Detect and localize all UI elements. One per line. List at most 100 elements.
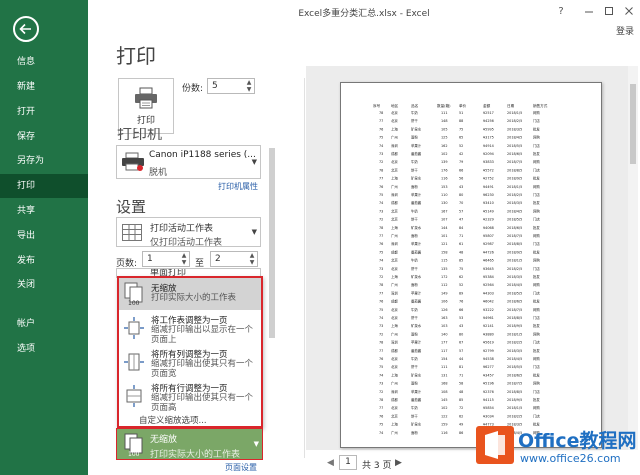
preview-cell: 74 (379, 373, 383, 377)
page-from-value: 1 (147, 254, 153, 264)
preview-cell: 批发 (533, 348, 540, 353)
preview-cell: 饼干 (411, 413, 418, 418)
spin-down-icon[interactable]: ▼ (180, 260, 188, 266)
scrollbar-thumb[interactable] (269, 148, 275, 338)
print-button[interactable]: 打印 (118, 78, 174, 134)
preview-cell: 85 (459, 398, 463, 402)
preview-cell: ¥4256 (483, 119, 494, 123)
preview-cell: 网购 (533, 110, 540, 115)
spin-down-icon[interactable]: ▼ (248, 260, 256, 266)
next-page-icon[interactable]: ▶ (395, 458, 402, 468)
preview-cell: 番茄酱 (411, 151, 422, 156)
help-icon[interactable]: ? (554, 4, 568, 18)
scaling-option-no-scaling[interactable]: 100 无缩放 打印实际大小的工作表 (119, 278, 261, 310)
preview-cell: 2018/6/5 (507, 226, 522, 230)
preview-cell: 176 (441, 168, 447, 172)
nav-item-options[interactable]: 选项 (0, 337, 88, 361)
settings-scrollbar[interactable] (268, 140, 276, 465)
preview-cell: 深圳 (391, 192, 398, 197)
preview-cell: 广州 (391, 282, 398, 287)
current-page-input[interactable]: 1 (339, 455, 357, 470)
watermark-name: Office教程网 (518, 430, 637, 452)
close-icon[interactable] (622, 4, 636, 18)
page-to-input[interactable]: 2 ▲ ▼ (210, 251, 258, 267)
preview-cell: 面粉 (411, 233, 418, 238)
preview-cell: 2018/4/5 (507, 283, 522, 287)
preview-cell: 批发 (533, 249, 540, 254)
preview-cell: ¥4303 (483, 291, 494, 295)
login-link[interactable]: 登录 (616, 24, 634, 37)
maximize-icon[interactable] (602, 4, 616, 18)
preview-cell: 饼干 (411, 266, 418, 271)
nav-item-info[interactable]: 信息 (0, 50, 88, 74)
office-logo-icon (476, 426, 514, 464)
spin-down-icon[interactable]: ▼ (245, 87, 253, 93)
nav-item-publish[interactable]: 发布 (0, 249, 88, 273)
printer-properties-link[interactable]: 打印机属性 (218, 181, 258, 192)
scaling-option-desc: 缩减打印输出以显示在一个页面上 (151, 325, 254, 345)
preview-cell: 79 (459, 160, 463, 164)
preview-cell: 矿泉水 (411, 126, 422, 131)
preview-cell: 74 (379, 201, 383, 205)
preview-cell: 154 (441, 357, 447, 361)
nav-item-export[interactable]: 导出 (0, 224, 88, 248)
preview-cell: ¥3457 (483, 373, 494, 377)
nav-item-save[interactable]: 保存 (0, 125, 88, 149)
printer-dropdown[interactable]: Canon iP1188 series (... 脱机 ▼ (116, 145, 261, 179)
preview-cell: 75 (379, 250, 383, 254)
nav-item-save-as[interactable]: 另存为 (0, 149, 88, 173)
previous-page-icon[interactable]: ◀ (327, 458, 334, 468)
nav-item-print[interactable]: 打印 (0, 174, 88, 198)
nav-item-open[interactable]: 打开 (0, 100, 88, 124)
scaling-option-fit-sheet[interactable]: 将工作表调整为一页 缩减打印输出以显示在一个页面上 (119, 312, 261, 346)
preview-cell: 107 (441, 218, 447, 222)
nav-item-account[interactable]: 帐户 (0, 312, 88, 336)
preview-cell: 深圳 (391, 340, 398, 345)
preview-cell: 72 (379, 218, 383, 222)
preview-cell: 面粉 (411, 135, 418, 140)
page-from-input[interactable]: 1 ▲ ▼ (142, 251, 190, 267)
copies-input[interactable]: 5 ▲ ▼ (207, 78, 255, 94)
preview-cell: 80 (459, 332, 463, 336)
preview-cell: 上海 (391, 323, 398, 328)
settings-heading: 设置 (116, 198, 147, 216)
preview-scrollbar[interactable] (628, 66, 638, 450)
custom-scaling-link[interactable]: 自定义缩放选项... (139, 414, 207, 426)
preview-cell: 71 (459, 234, 463, 238)
preview-cell: ¥4538 (483, 357, 494, 361)
preview-cell: ¥2141 (483, 324, 494, 328)
preview-cell: 上海 (391, 274, 398, 279)
preview-cell: 门店 (533, 167, 540, 172)
fit-columns-icon (124, 353, 144, 371)
minimize-icon[interactable] (582, 4, 596, 18)
preview-cell: 2018/9/5 (507, 250, 522, 254)
preview-cell: 批发 (533, 274, 540, 279)
scrollbar-thumb[interactable] (630, 84, 636, 164)
back-arrow-icon[interactable] (13, 16, 39, 42)
preview-cell: 153 (441, 185, 447, 189)
scaling-dropdown[interactable]: 100 无缩放 打印实际大小的工作表 ▼ (116, 428, 263, 460)
preview-cell: 网购 (533, 307, 540, 312)
fit-sheet-icon (124, 317, 144, 339)
preview-page: 序号 地区 品名 数量(箱) 单价 金额 日期 销售方式 78 北京 牛奶 111 51 ¥2517 201… (340, 82, 602, 448)
nav-item-close[interactable]: 关闭 (0, 273, 88, 297)
scope-title: 打印活动工作表 (150, 224, 214, 234)
preview-cell: 61 (459, 242, 463, 246)
preview-cell: 2018/5/5 (507, 144, 522, 148)
preview-cell: 2018/1/5 (507, 185, 522, 189)
chevron-down-icon: ▼ (251, 158, 257, 166)
preview-cell: 2018/1/5 (507, 332, 522, 336)
no-scaling-icon: 100 (124, 433, 143, 457)
scaling-option-fit-rows[interactable]: 将所有行调整为一页 缩减打印输出使其只有一个页面高 (119, 380, 261, 414)
print-scope-dropdown[interactable]: 打印活动工作表 仅打印活动工作表 ▼ (116, 217, 261, 248)
scaling-option-fit-columns[interactable]: 将所有列调整为一页 缩减打印输出使其只有一个页面宽 (119, 346, 261, 380)
preview-header-cell: 销售方式 (533, 103, 548, 108)
preview-cell: 北京 (391, 413, 398, 418)
page-setup-link[interactable]: 页面设置 (225, 462, 257, 473)
nav-item-new[interactable]: 新建 (0, 75, 88, 99)
preview-cell: 126 (441, 308, 447, 312)
preview-cell: ¥4115 (483, 398, 494, 402)
preview-cell: 批发 (533, 200, 540, 205)
nav-item-share[interactable]: 共享 (0, 199, 88, 223)
preview-cell: 75 (379, 136, 383, 140)
